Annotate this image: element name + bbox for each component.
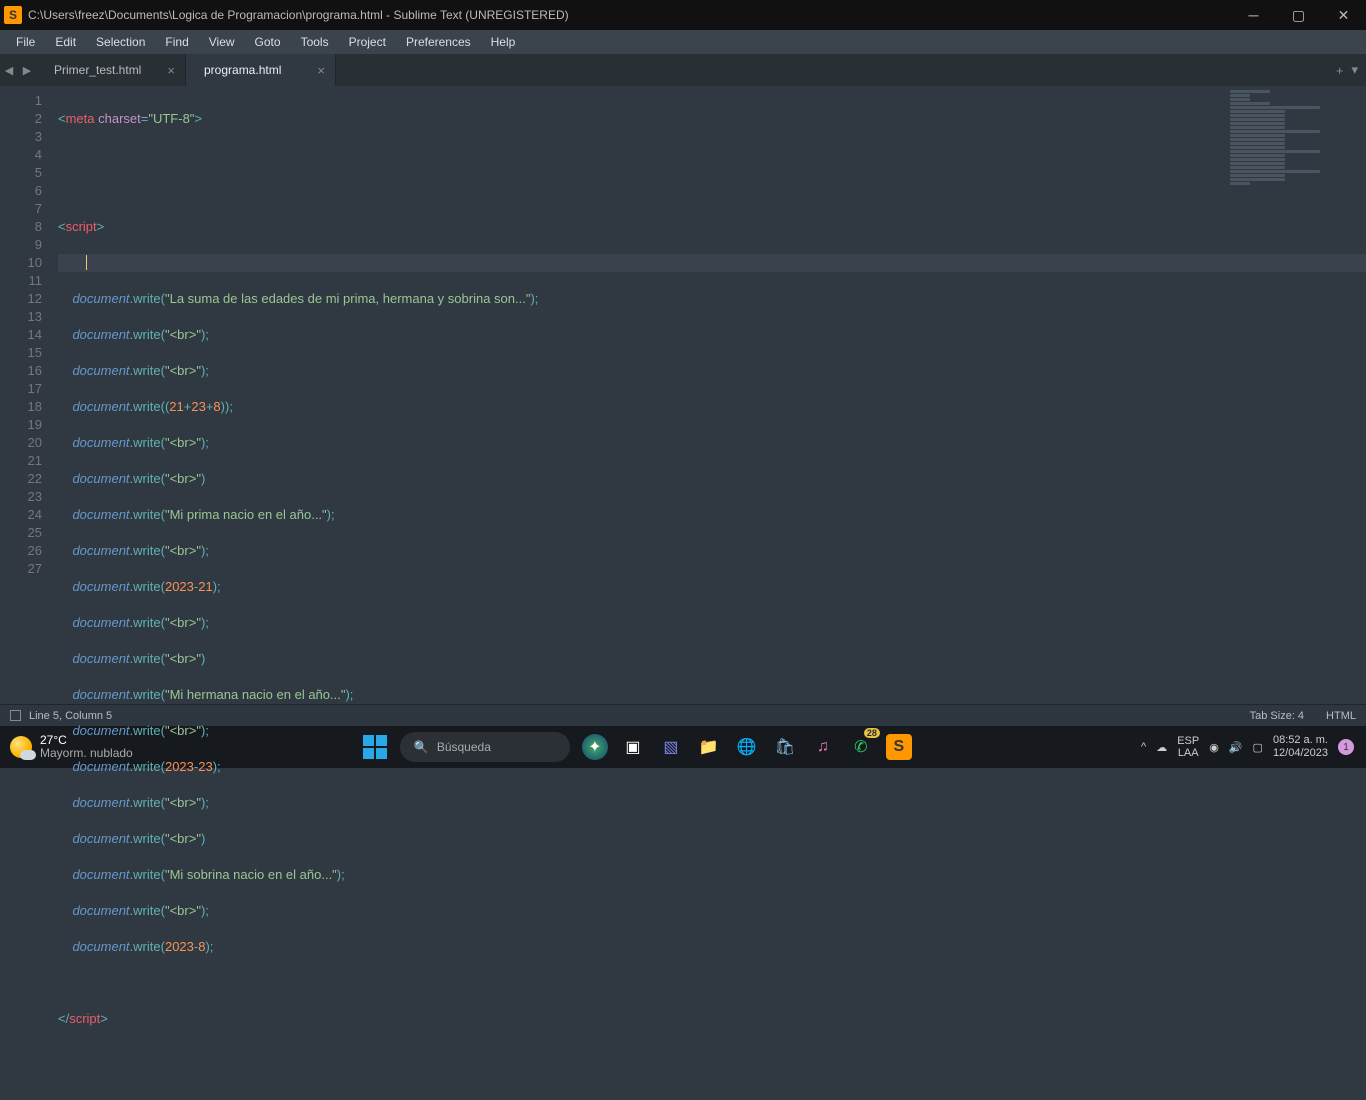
nav-back-icon[interactable]: ◀ [0, 54, 18, 86]
panel-toggle-icon[interactable] [10, 710, 21, 721]
tab-primer-test[interactable]: Primer_test.html × [36, 54, 186, 86]
tab-bar: ◀ ▶ Primer_test.html × programa.html × +… [0, 54, 1366, 86]
menu-preferences[interactable]: Preferences [396, 32, 481, 52]
window-titlebar: S C:\Users\freez\Documents\Logica de Pro… [0, 0, 1366, 30]
weather-icon [10, 736, 32, 758]
minimize-button[interactable]: ─ [1231, 0, 1276, 30]
menu-view[interactable]: View [199, 32, 245, 52]
close-button[interactable]: ✕ [1321, 0, 1366, 30]
menu-selection[interactable]: Selection [86, 32, 155, 52]
menu-help[interactable]: Help [481, 32, 526, 52]
whatsapp-icon[interactable]: ✆ [848, 734, 874, 760]
menu-file[interactable]: File [6, 32, 45, 52]
menu-tools[interactable]: Tools [291, 32, 339, 52]
menu-find[interactable]: Find [155, 32, 198, 52]
tab-programa[interactable]: programa.html × [186, 54, 336, 86]
menu-project[interactable]: Project [339, 32, 396, 52]
app-logo-icon: S [4, 6, 22, 24]
nav-forward-icon[interactable]: ▶ [18, 54, 36, 86]
minimap[interactable] [1230, 90, 1350, 190]
text-cursor [86, 255, 87, 270]
tab-label: Primer_test.html [54, 63, 141, 77]
new-tab-icon[interactable]: + [1336, 63, 1344, 78]
tab-close-icon[interactable]: × [149, 63, 175, 78]
menu-edit[interactable]: Edit [45, 32, 86, 52]
line-number-gutter: 1234567891011121314151617181920212223242… [0, 86, 50, 704]
tab-menu-icon[interactable]: ▾ [1351, 62, 1358, 78]
tab-label: programa.html [204, 63, 281, 77]
menubar: File Edit Selection Find View Goto Tools… [0, 30, 1366, 54]
menu-goto[interactable]: Goto [245, 32, 291, 52]
maximize-button[interactable]: ▢ [1276, 0, 1321, 30]
window-title: C:\Users\freez\Documents\Logica de Progr… [28, 8, 1231, 22]
code-editor[interactable]: <meta charset="UTF-8"> <script> document… [50, 86, 1366, 704]
tab-close-icon[interactable]: × [299, 63, 325, 78]
